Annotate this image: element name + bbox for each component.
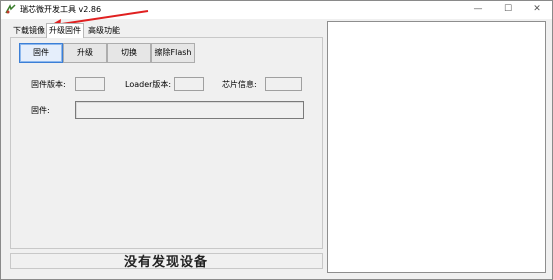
firmware-version-label: 固件版本: — [31, 80, 66, 89]
upgrade-button[interactable]: 升级 — [63, 43, 107, 63]
firmware-path-field[interactable] — [75, 101, 304, 119]
firmware-version-field — [75, 77, 105, 91]
minimize-button[interactable]: — — [463, 1, 493, 19]
chip-info-label: 芯片信息: — [222, 80, 257, 89]
firmware-button[interactable]: 固件 — [19, 43, 63, 63]
loader-version-field — [174, 77, 204, 91]
switch-button[interactable]: 切换 — [107, 43, 151, 63]
upgrade-firmware-panel — [10, 37, 323, 249]
firmware-label: 固件: — [31, 106, 50, 115]
tab-upgrade-firmware[interactable]: 升级固件 — [46, 23, 84, 38]
main-window: 瑞芯微开发工具 v2.86 — ☐ ✕ 下载镜像 升级固件 高级功能 固件 升级… — [0, 0, 553, 280]
log-output-pane[interactable] — [327, 21, 546, 273]
app-icon — [5, 4, 16, 14]
status-message: 没有发现设备 — [123, 255, 208, 270]
maximize-button[interactable]: ☐ — [493, 1, 523, 19]
erase-flash-button[interactable]: 擦除Flash — [151, 43, 195, 63]
chip-info-field — [265, 77, 302, 91]
loader-version-label: Loader版本: — [125, 80, 172, 89]
close-button[interactable]: ✕ — [522, 1, 552, 19]
